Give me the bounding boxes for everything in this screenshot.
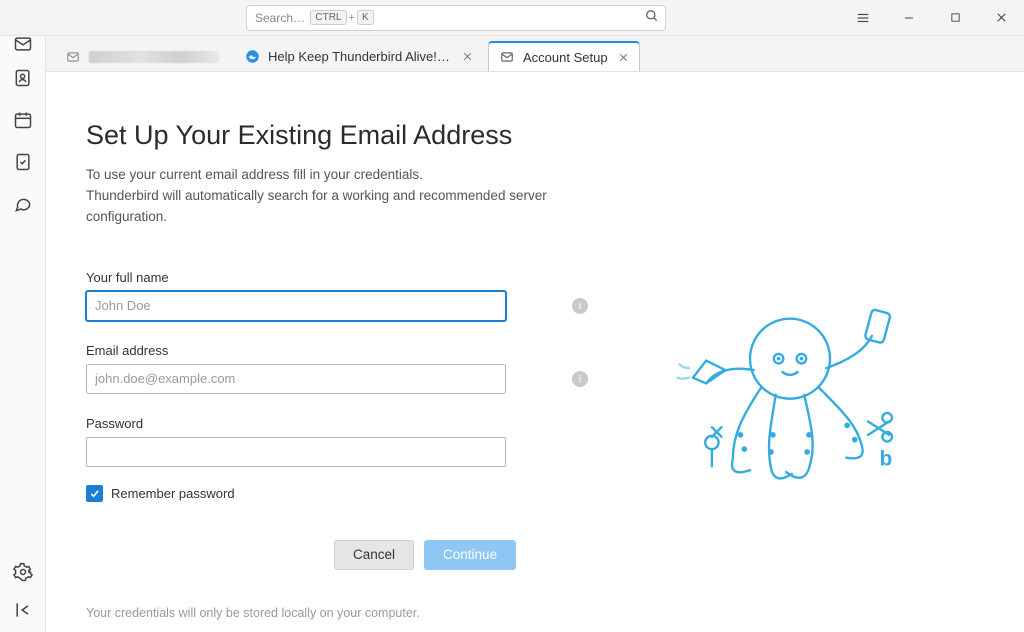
email-label: Email address xyxy=(86,343,596,358)
window-close-button[interactable] xyxy=(978,0,1024,36)
account-placeholder-icon xyxy=(65,49,81,65)
search-shortcut-key1: CTRL xyxy=(310,10,346,25)
calendar-space-icon[interactable] xyxy=(11,108,35,132)
email-input[interactable] xyxy=(86,364,506,394)
remember-password-checkbox[interactable]: Remember password xyxy=(86,485,596,502)
page-title: Set Up Your Existing Email Address xyxy=(86,120,596,151)
continue-button[interactable]: Continue xyxy=(424,540,516,570)
page-description-line2: Thunderbird will automatically search fo… xyxy=(86,188,547,224)
cancel-button-label: Cancel xyxy=(353,547,395,562)
global-search[interactable]: Search… CTRL + K xyxy=(246,5,666,31)
thunderbird-logo-icon xyxy=(245,49,260,65)
search-shortcut-key2: K xyxy=(357,10,374,25)
address-book-space-icon[interactable] xyxy=(11,66,35,90)
remember-password-label: Remember password xyxy=(111,486,235,501)
window-maximize-button[interactable] xyxy=(932,0,978,36)
chat-space-icon[interactable] xyxy=(11,192,35,216)
password-input[interactable] xyxy=(86,437,506,467)
tab-account-setup-label: Account Setup xyxy=(523,50,608,65)
password-label: Password xyxy=(86,416,596,431)
collapse-toolbar-icon[interactable] xyxy=(11,598,35,622)
mail-space-icon[interactable] xyxy=(11,32,35,56)
app-menu-button[interactable] xyxy=(840,0,886,36)
page-description-line1: To use your current email address fill i… xyxy=(86,167,423,182)
full-name-input[interactable] xyxy=(86,291,506,321)
full-name-label: Your full name xyxy=(86,270,596,285)
tab-account[interactable] xyxy=(54,41,230,71)
settings-space-icon[interactable] xyxy=(11,560,35,584)
svg-text:b: b xyxy=(880,447,893,470)
spaces-toolbar xyxy=(0,36,46,632)
tasks-space-icon[interactable] xyxy=(11,150,35,174)
window-minimize-button[interactable] xyxy=(886,0,932,36)
setup-illustration: b xyxy=(596,102,984,632)
tab-strip: Help Keep Thunderbird Alive! — Th Accoun… xyxy=(46,36,1024,72)
tab-help-label: Help Keep Thunderbird Alive! — Th xyxy=(268,49,452,64)
search-icon xyxy=(645,9,659,26)
search-shortcut-plus: + xyxy=(349,12,355,24)
checkbox-checked-icon xyxy=(86,485,103,502)
tab-account-setup[interactable]: Account Setup xyxy=(488,41,640,71)
window-titlebar: Search… CTRL + K xyxy=(0,0,1024,36)
continue-button-label: Continue xyxy=(443,547,497,562)
tab-account-setup-close-icon[interactable] xyxy=(618,52,629,63)
page-description: To use your current email address fill i… xyxy=(86,165,596,228)
tab-account-label-blurred xyxy=(89,51,219,63)
full-name-info-icon[interactable]: i xyxy=(572,298,588,314)
tab-help-keep-alive[interactable]: Help Keep Thunderbird Alive! — Th xyxy=(234,41,484,71)
account-setup-icon xyxy=(499,49,515,65)
email-info-icon[interactable]: i xyxy=(572,371,588,387)
credentials-footnote: Your credentials will only be stored loc… xyxy=(86,606,596,620)
cancel-button[interactable]: Cancel xyxy=(334,540,414,570)
tab-help-close-icon[interactable] xyxy=(462,51,473,62)
search-placeholder-text: Search… xyxy=(255,11,305,25)
